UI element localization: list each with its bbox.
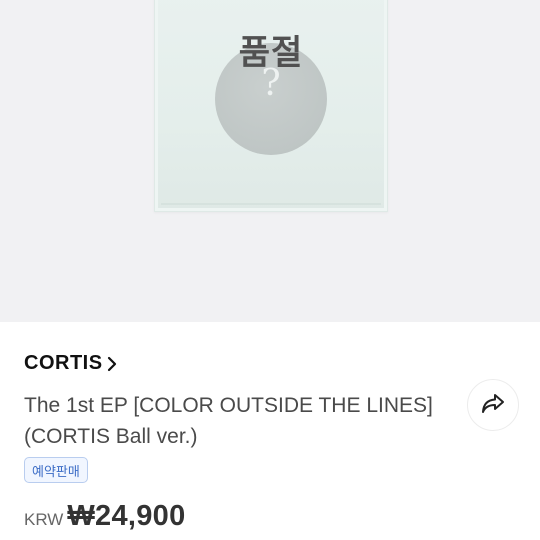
album-edge-line bbox=[161, 203, 381, 205]
currency-label: KRW bbox=[24, 510, 64, 529]
product-title-line-2: (CORTIS Ball ver.) bbox=[24, 425, 198, 448]
share-button[interactable] bbox=[467, 379, 519, 431]
product-title: The 1st EP [COLOR OUTSIDE THE LINES] (CO… bbox=[24, 390, 444, 452]
share-arrow-icon bbox=[480, 391, 506, 420]
album-cover-image: ? 품절 bbox=[154, 0, 388, 212]
product-title-line-1: The 1st EP [COLOR OUTSIDE THE LINES] bbox=[24, 394, 433, 417]
brand-link[interactable]: CORTIS bbox=[24, 352, 119, 375]
price-row: KRW ₩24,900 bbox=[24, 500, 186, 533]
chevron-right-icon bbox=[105, 355, 119, 373]
price-value: ₩24,900 bbox=[67, 500, 186, 532]
preorder-badge: 예약판매 bbox=[24, 457, 88, 483]
sold-out-label: 품절 bbox=[238, 33, 304, 73]
brand-name: CORTIS bbox=[24, 352, 103, 374]
product-image-area: ? 품절 bbox=[0, 0, 540, 322]
